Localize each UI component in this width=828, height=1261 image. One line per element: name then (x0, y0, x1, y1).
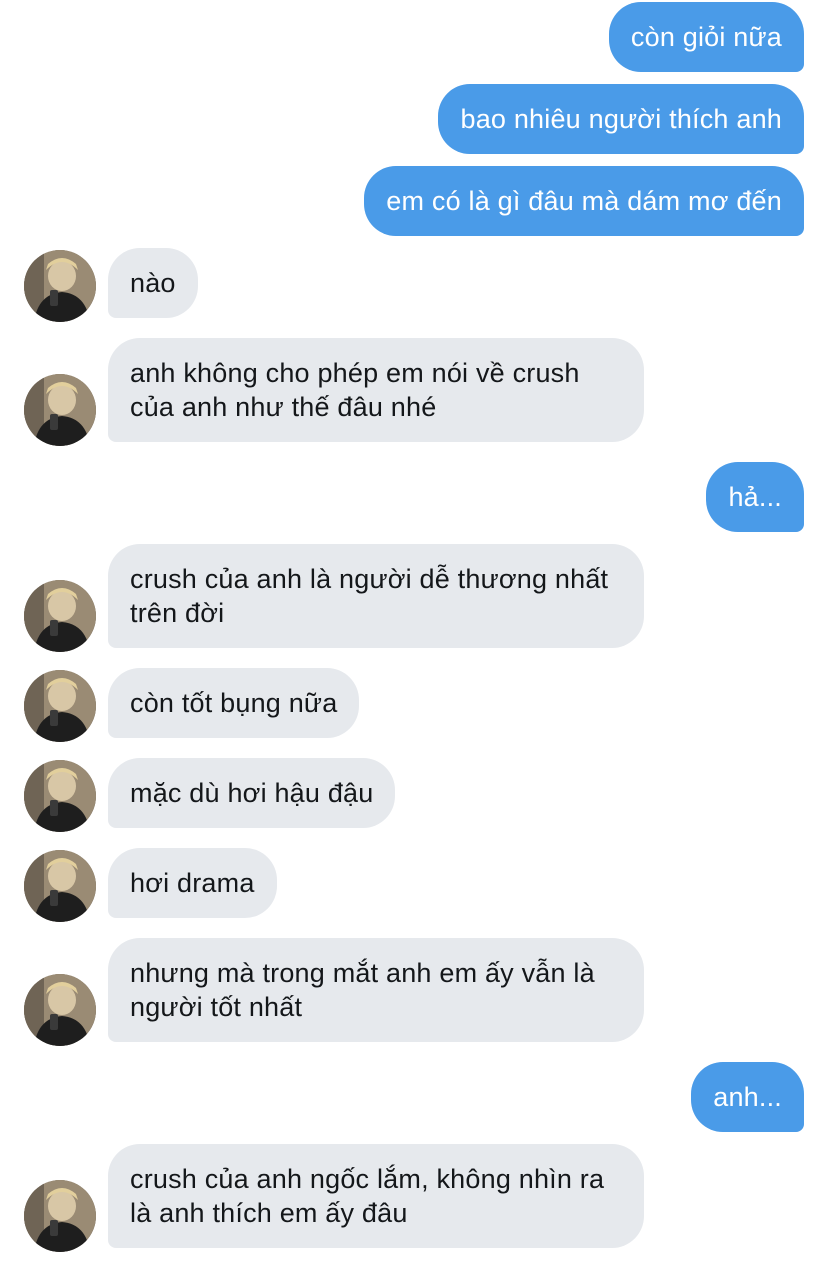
avatar-photo-icon (24, 250, 96, 322)
avatar-photo-icon (24, 1180, 96, 1252)
avatar[interactable] (24, 760, 96, 832)
avatar-photo-icon (24, 974, 96, 1046)
avatar-photo-icon (24, 580, 96, 652)
message-thread: còn giỏi nữa bao nhiêu người thích anh e… (0, 0, 828, 1261)
message-bubble-received[interactable]: mặc dù hơi hậu đậu (108, 758, 396, 828)
avatar[interactable] (24, 374, 96, 446)
message-bubble-sent[interactable]: bao nhiêu người thích anh (438, 84, 804, 154)
message-bubble-sent[interactable]: em có là gì đâu mà dám mơ đến (364, 166, 804, 236)
message-bubble-sent[interactable]: anh... (691, 1062, 804, 1132)
avatar-photo-icon (24, 760, 96, 832)
avatar-photo-icon (24, 850, 96, 922)
message-bubble-received[interactable]: nào (108, 248, 198, 318)
message-bubble-received[interactable]: crush của anh là người dễ thương nhất tr… (108, 544, 644, 648)
message-bubble-sent[interactable]: còn giỏi nữa (608, 2, 804, 72)
avatar[interactable] (24, 1180, 96, 1252)
avatar[interactable] (24, 850, 96, 922)
avatar[interactable] (24, 580, 96, 652)
avatar-photo-icon (24, 374, 96, 446)
avatar-photo-icon (24, 670, 96, 742)
message-bubble-sent[interactable]: hả... (706, 462, 804, 532)
message-bubble-received[interactable]: nhưng mà trong mắt anh em ấy vẫn là ngườ… (108, 938, 644, 1042)
message-bubble-received[interactable]: anh không cho phép em nói về crush của a… (108, 338, 644, 442)
avatar[interactable] (24, 974, 96, 1046)
avatar[interactable] (24, 250, 96, 322)
message-bubble-received[interactable]: hơi drama (108, 848, 277, 918)
message-bubble-received[interactable]: crush của anh ngốc lắm, không nhìn ra là… (108, 1144, 644, 1248)
avatar[interactable] (24, 670, 96, 742)
message-bubble-received[interactable]: còn tốt bụng nữa (108, 668, 360, 738)
